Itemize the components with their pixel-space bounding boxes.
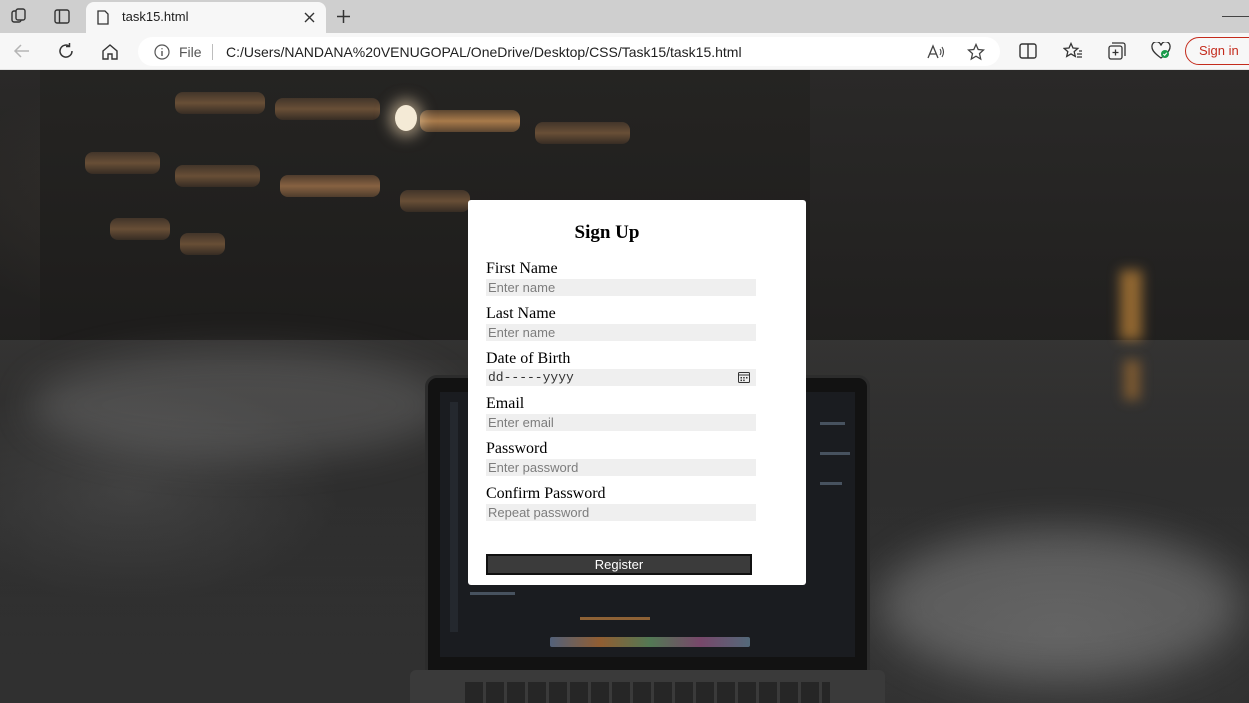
refresh-icon[interactable] xyxy=(54,40,78,62)
code-sidebar xyxy=(450,402,458,632)
email-label: Email xyxy=(486,395,525,412)
background-slat xyxy=(535,122,630,144)
dob-label: Date of Birth xyxy=(486,350,571,367)
tab-actions-icon[interactable] xyxy=(51,6,73,26)
form-title: Sign Up xyxy=(574,222,640,243)
page-icon xyxy=(97,10,109,30)
background-slat xyxy=(180,233,225,255)
register-button[interactable]: Register xyxy=(486,554,752,575)
read-aloud-icon[interactable] xyxy=(926,42,946,62)
background-lamp xyxy=(1120,270,1142,340)
background-light xyxy=(395,105,417,131)
browser-toolbar: File C:/Users/NANDANA%20VENUGOPAL/OneDri… xyxy=(0,33,1249,70)
background-slat xyxy=(420,110,520,132)
background-floor-highlight xyxy=(880,530,1240,680)
last-name-label: Last Name xyxy=(486,305,556,322)
minimize-button[interactable] xyxy=(1222,16,1249,17)
browser-essentials-icon[interactable] xyxy=(1149,40,1173,62)
background-floor-highlight xyxy=(30,350,450,460)
address-bar[interactable]: File C:/Users/NANDANA%20VENUGOPAL/OneDri… xyxy=(138,37,1000,66)
dob-input[interactable]: dd-----yyyy xyxy=(486,369,756,386)
background-slat xyxy=(175,165,260,187)
address-separator xyxy=(212,44,213,60)
tab-strip: task15.html xyxy=(0,0,1249,33)
email-input[interactable] xyxy=(486,414,756,431)
tab-title: task15.html xyxy=(122,9,189,24)
code-line xyxy=(470,592,515,595)
laptop-dock xyxy=(550,637,750,647)
background-slat xyxy=(110,218,170,240)
signin-button[interactable]: Sign in xyxy=(1185,37,1249,65)
workspaces-icon[interactable] xyxy=(9,6,31,26)
code-line xyxy=(820,452,850,455)
laptop-keys xyxy=(465,682,830,703)
plus-icon[interactable] xyxy=(332,5,354,27)
confirm-password-input[interactable] xyxy=(486,504,756,521)
confirm-password-label: Confirm Password xyxy=(486,485,606,502)
split-screen-icon[interactable] xyxy=(1016,40,1040,62)
close-icon[interactable] xyxy=(300,8,318,26)
url-text[interactable]: C:/Users/NANDANA%20VENUGOPAL/OneDrive/De… xyxy=(226,44,742,60)
home-icon[interactable] xyxy=(98,40,122,62)
background-slat xyxy=(280,175,380,197)
favorite-star-icon[interactable] xyxy=(966,42,986,62)
background-slat xyxy=(175,92,265,114)
password-input[interactable] xyxy=(486,459,756,476)
last-name-input[interactable] xyxy=(486,324,756,341)
scheme-label: File xyxy=(179,44,202,60)
first-name-input[interactable] xyxy=(486,279,756,296)
background-slat xyxy=(85,152,160,174)
background-slat xyxy=(400,190,470,212)
signup-form: Sign Up First Name Last Name Date of Bir… xyxy=(468,200,806,585)
collections-icon[interactable] xyxy=(1105,40,1129,62)
code-line xyxy=(820,482,842,485)
background-slat xyxy=(275,98,380,120)
dob-placeholder: dd-----yyyy xyxy=(488,370,574,385)
info-icon[interactable] xyxy=(154,44,170,65)
password-label: Password xyxy=(486,440,548,457)
background-lamp xyxy=(1124,360,1140,400)
back-icon[interactable] xyxy=(10,40,34,62)
first-name-label: First Name xyxy=(486,260,558,277)
code-line xyxy=(820,422,845,425)
active-tab[interactable]: task15.html xyxy=(86,2,326,33)
calendar-icon[interactable] xyxy=(738,371,750,388)
code-line xyxy=(580,617,650,620)
favorites-icon[interactable] xyxy=(1061,40,1085,62)
